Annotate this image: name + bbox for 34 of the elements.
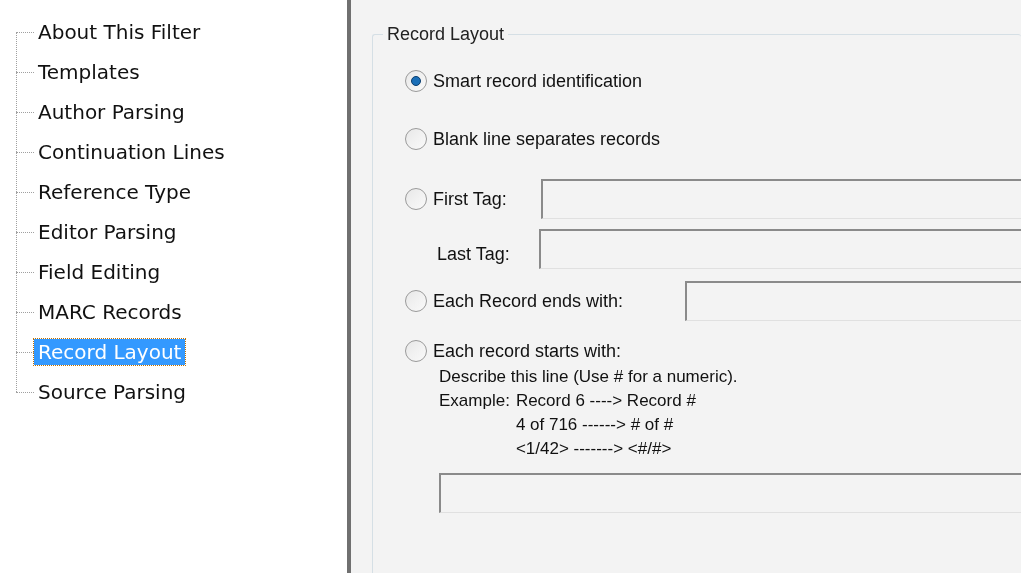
tree-item[interactable]: Continuation Lines [34, 139, 229, 165]
radio-button[interactable] [405, 128, 427, 150]
example-label: Example: [439, 390, 510, 412]
tree-item[interactable]: Editor Parsing [34, 219, 181, 245]
radio-label: Smart record identification [433, 69, 643, 93]
tree-connector-line [16, 151, 34, 153]
tree-connector-line [16, 311, 34, 313]
field-label: Last Tag: [437, 242, 511, 266]
radio-label: First Tag: [433, 187, 508, 211]
radio-label: Blank line separates records [433, 127, 661, 151]
tree-connector-line [16, 271, 34, 273]
example-text: 4 of 716 ------> # of # [515, 414, 675, 436]
tree-connector-line [16, 191, 34, 193]
tree-item[interactable]: Field Editing [34, 259, 165, 285]
tree-connector-line [16, 231, 34, 233]
tree-connector-line [16, 111, 34, 113]
tree-item[interactable]: Source Parsing [34, 379, 191, 405]
tree-item[interactable]: MARC Records [34, 299, 186, 325]
tree-connector-line [16, 71, 34, 73]
tree-item[interactable]: About This Filter [34, 19, 205, 45]
radio-button[interactable] [405, 70, 427, 92]
radio-label: Each Record ends with: [433, 289, 625, 313]
tree-item[interactable]: Reference Type [34, 179, 195, 205]
radio-button[interactable] [405, 188, 427, 210]
help-text: Describe this line (Use # for a numeric). [439, 366, 739, 388]
tree-connector-line [16, 391, 34, 393]
tree-connector-line [16, 31, 34, 33]
radio-button[interactable] [405, 290, 427, 312]
example-text: Record 6 ----> Record # [515, 390, 697, 412]
radio-button[interactable] [405, 340, 427, 362]
tree-item[interactable]: Author Parsing [34, 99, 189, 125]
example-text: <1/42> -------> <#/#> [515, 438, 673, 460]
radio-label: Each record starts with: [433, 339, 622, 363]
tree-item[interactable]: Templates [34, 59, 144, 85]
